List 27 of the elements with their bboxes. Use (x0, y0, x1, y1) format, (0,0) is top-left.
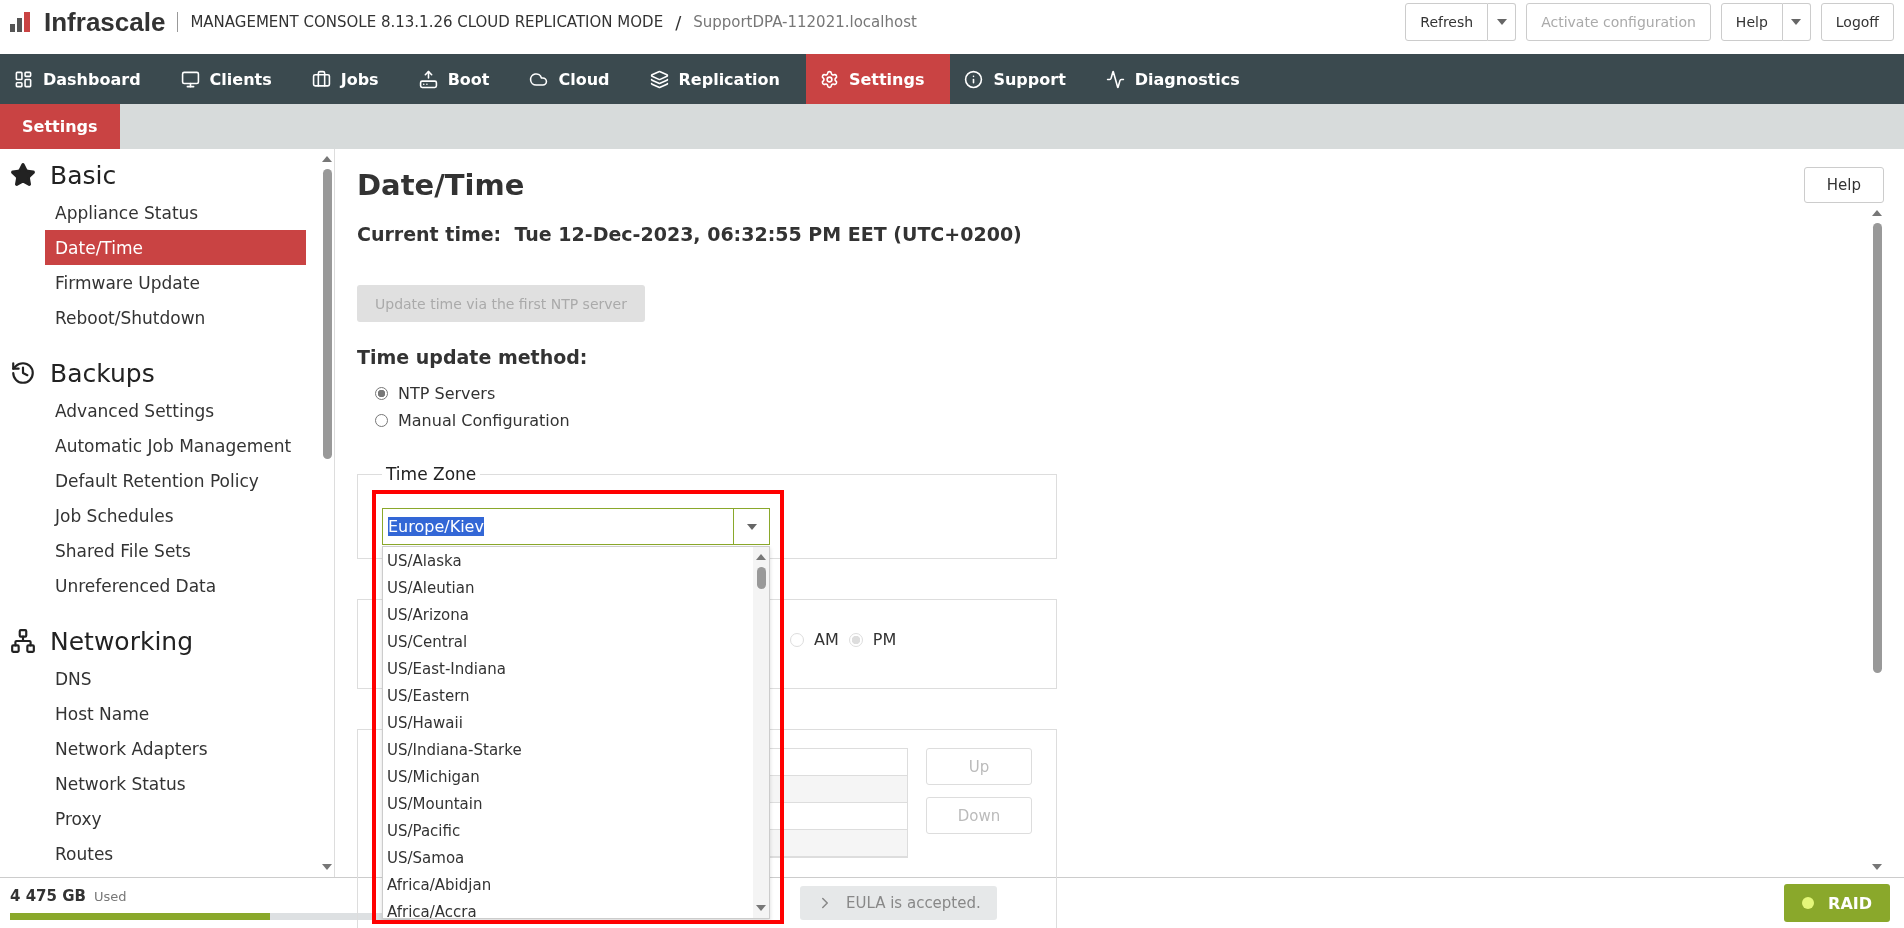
fieldset-legend: Time Zone (382, 464, 481, 484)
section-title: Backups (50, 358, 155, 388)
nav-tab-label: Support (993, 69, 1066, 89)
page-title: Date/Time (357, 168, 525, 202)
section-title: Networking (50, 626, 194, 656)
logo-text: Infrascale (44, 6, 166, 38)
section-heading: Time update method: (357, 346, 589, 368)
nav-tab-label: Diagnostics (1134, 69, 1240, 89)
section-title: Basic (50, 160, 117, 190)
radio-label: NTP Servers (398, 384, 496, 403)
storage-label: Used (93, 888, 127, 904)
product-title: MANAGEMENT CONSOLE 8.13.1.26 CLOUD REPLICATION MODE (190, 13, 664, 31)
nav-tab-label: Jobs (340, 69, 379, 89)
radio-label: Manual Configuration (398, 411, 570, 430)
path-separator: / (675, 11, 682, 33)
nav-tab-label: Dashboard (43, 69, 141, 89)
radio-label: AM (814, 630, 839, 649)
current-time: Current time: Tue 12-Dec-2023, 06:32:55 PM EET (UTC+0200) (357, 223, 1023, 245)
selected-text: Europe/Kiev (388, 517, 484, 536)
nav-tab-label: Replication (678, 69, 780, 89)
nav-tab-label: Settings (848, 69, 925, 89)
host-name: SupportDPA-112021.localhost (693, 13, 917, 31)
nav-tab-label: Clients (209, 69, 272, 89)
storage-amount: 4 475 GB (10, 886, 86, 905)
nav-tab-label: Cloud (558, 69, 610, 89)
radio-label: PM (872, 630, 897, 649)
nav-tab-label: Boot (447, 69, 490, 89)
